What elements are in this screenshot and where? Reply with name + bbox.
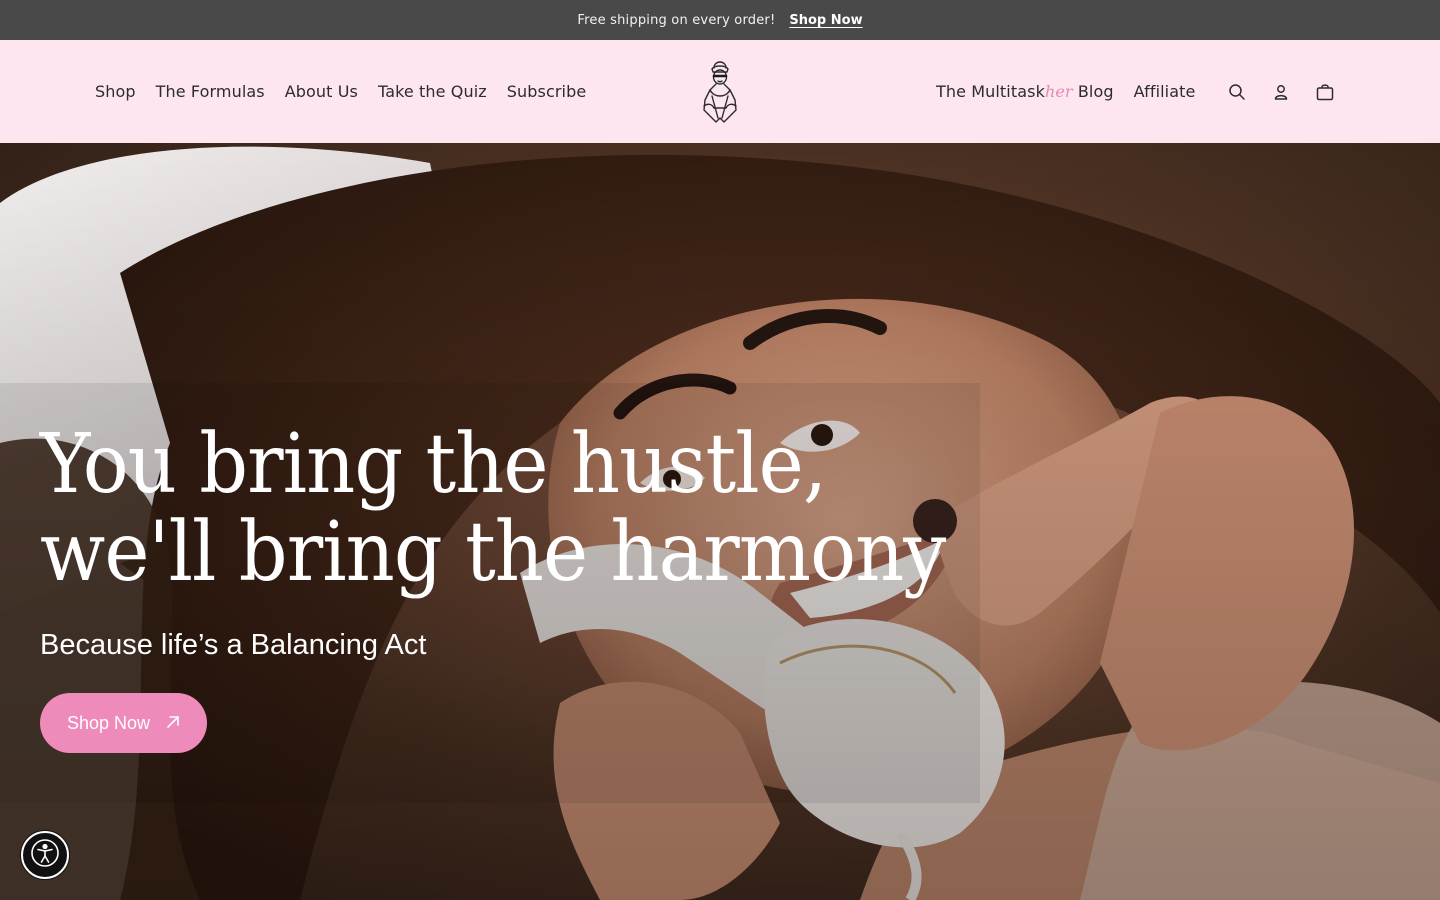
secondary-nav: The Multitaskher Blog Affiliate bbox=[936, 40, 1195, 143]
hero-subtitle: Because life’s a Balancing Act bbox=[40, 629, 427, 661]
nav-affiliate[interactable]: Affiliate bbox=[1134, 82, 1196, 101]
hero-title: You bring the hustle, we'll bring the ha… bbox=[40, 417, 946, 600]
nav-about-us[interactable]: About Us bbox=[285, 82, 358, 101]
search-icon[interactable] bbox=[1226, 81, 1248, 103]
header-icons bbox=[1226, 40, 1336, 143]
nav-multitaskher-blog[interactable]: The Multitaskher Blog bbox=[936, 82, 1114, 101]
hero-title-line-2: we'll bring the harmony bbox=[40, 505, 946, 600]
nav-take-the-quiz[interactable]: Take the Quiz bbox=[378, 82, 487, 101]
primary-nav: Shop The Formulas About Us Take the Quiz… bbox=[95, 40, 586, 143]
blog-label-suffix: Blog bbox=[1072, 82, 1114, 101]
brand-logo[interactable] bbox=[692, 56, 748, 128]
blog-label-prefix: The Multitask bbox=[936, 82, 1045, 101]
hero-title-line-1: You bring the hustle, bbox=[40, 417, 827, 512]
nav-the-formulas[interactable]: The Formulas bbox=[156, 82, 265, 101]
accessibility-button[interactable] bbox=[21, 831, 69, 879]
cart-icon[interactable] bbox=[1314, 81, 1336, 103]
hero-shop-now-button[interactable]: Shop Now bbox=[40, 693, 207, 753]
accessibility-icon bbox=[30, 838, 60, 872]
hero-section: You bring the hustle, we'll bring the ha… bbox=[0, 143, 1440, 900]
arrow-up-right-icon bbox=[166, 713, 180, 734]
announcement-bar: Free shipping on every order! Shop Now bbox=[0, 0, 1440, 40]
account-icon[interactable] bbox=[1270, 81, 1292, 103]
hero-shop-now-label: Shop Now bbox=[66, 712, 151, 733]
announcement-message: Free shipping on every order! bbox=[577, 12, 776, 28]
blog-label-accent: her bbox=[1044, 82, 1073, 101]
nav-subscribe[interactable]: Subscribe bbox=[507, 82, 587, 101]
nav-shop[interactable]: Shop bbox=[95, 82, 136, 101]
site-header: Shop The Formulas About Us Take the Quiz… bbox=[0, 40, 1440, 143]
announcement-shop-now-link[interactable]: Shop Now bbox=[789, 13, 862, 28]
